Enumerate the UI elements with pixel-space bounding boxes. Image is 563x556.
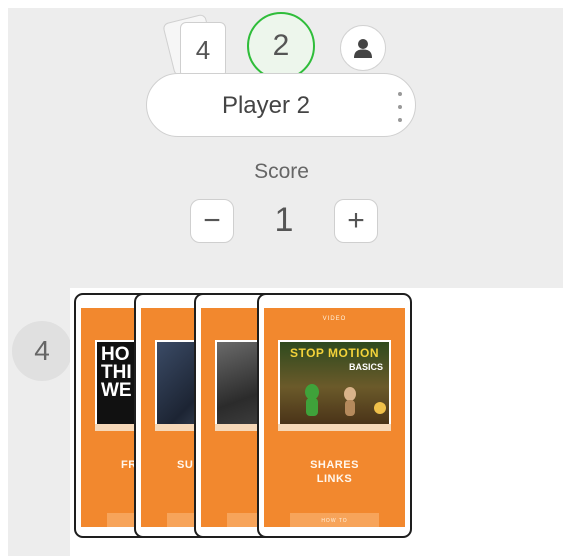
thumb-caption-bar xyxy=(278,424,391,431)
thumb-text-line: WE xyxy=(101,380,132,401)
score-increment-button[interactable]: + xyxy=(334,199,378,243)
turn-number: 2 xyxy=(272,29,290,62)
hand-count: 4 xyxy=(34,335,50,366)
card-top-label: VIDEO xyxy=(322,316,347,322)
left-edge xyxy=(0,0,8,556)
card-title-line: SHARES xyxy=(310,459,359,471)
card-thumbnail: STOP MOTION BASICS xyxy=(278,340,391,426)
card-face: VIDEO STOP MOTION BASICS SHARES LINKS HO… xyxy=(264,308,405,527)
turn-badge: 2 xyxy=(247,12,315,80)
card-bottom-label: HOW TO xyxy=(321,518,348,524)
score-value: 1 xyxy=(274,201,294,239)
thumb-title: STOP MOTION xyxy=(289,346,380,360)
deck-count-card[interactable]: 4 xyxy=(180,22,226,78)
minus-icon: − xyxy=(203,204,221,237)
score-label: Score xyxy=(254,160,309,183)
person-icon xyxy=(354,39,372,58)
hand-card-4[interactable]: VIDEO STOP MOTION BASICS SHARES LINKS HO… xyxy=(257,293,412,538)
player-name-pill[interactable]: Player 2 xyxy=(146,73,416,137)
hand-count-badge: 4 xyxy=(12,321,72,381)
card-title: SHARES LINKS xyxy=(264,458,405,486)
score-decrement-button[interactable]: − xyxy=(190,199,234,243)
claymation-figure-icon xyxy=(305,384,386,416)
plus-icon: + xyxy=(347,204,365,237)
card-title-line: LINKS xyxy=(316,473,353,485)
deck-count: 4 xyxy=(195,34,211,65)
avatar-button[interactable] xyxy=(340,25,386,71)
top-edge xyxy=(0,0,563,8)
player-name: Player 2 xyxy=(221,92,311,119)
kebab-menu-icon[interactable] xyxy=(395,92,405,122)
